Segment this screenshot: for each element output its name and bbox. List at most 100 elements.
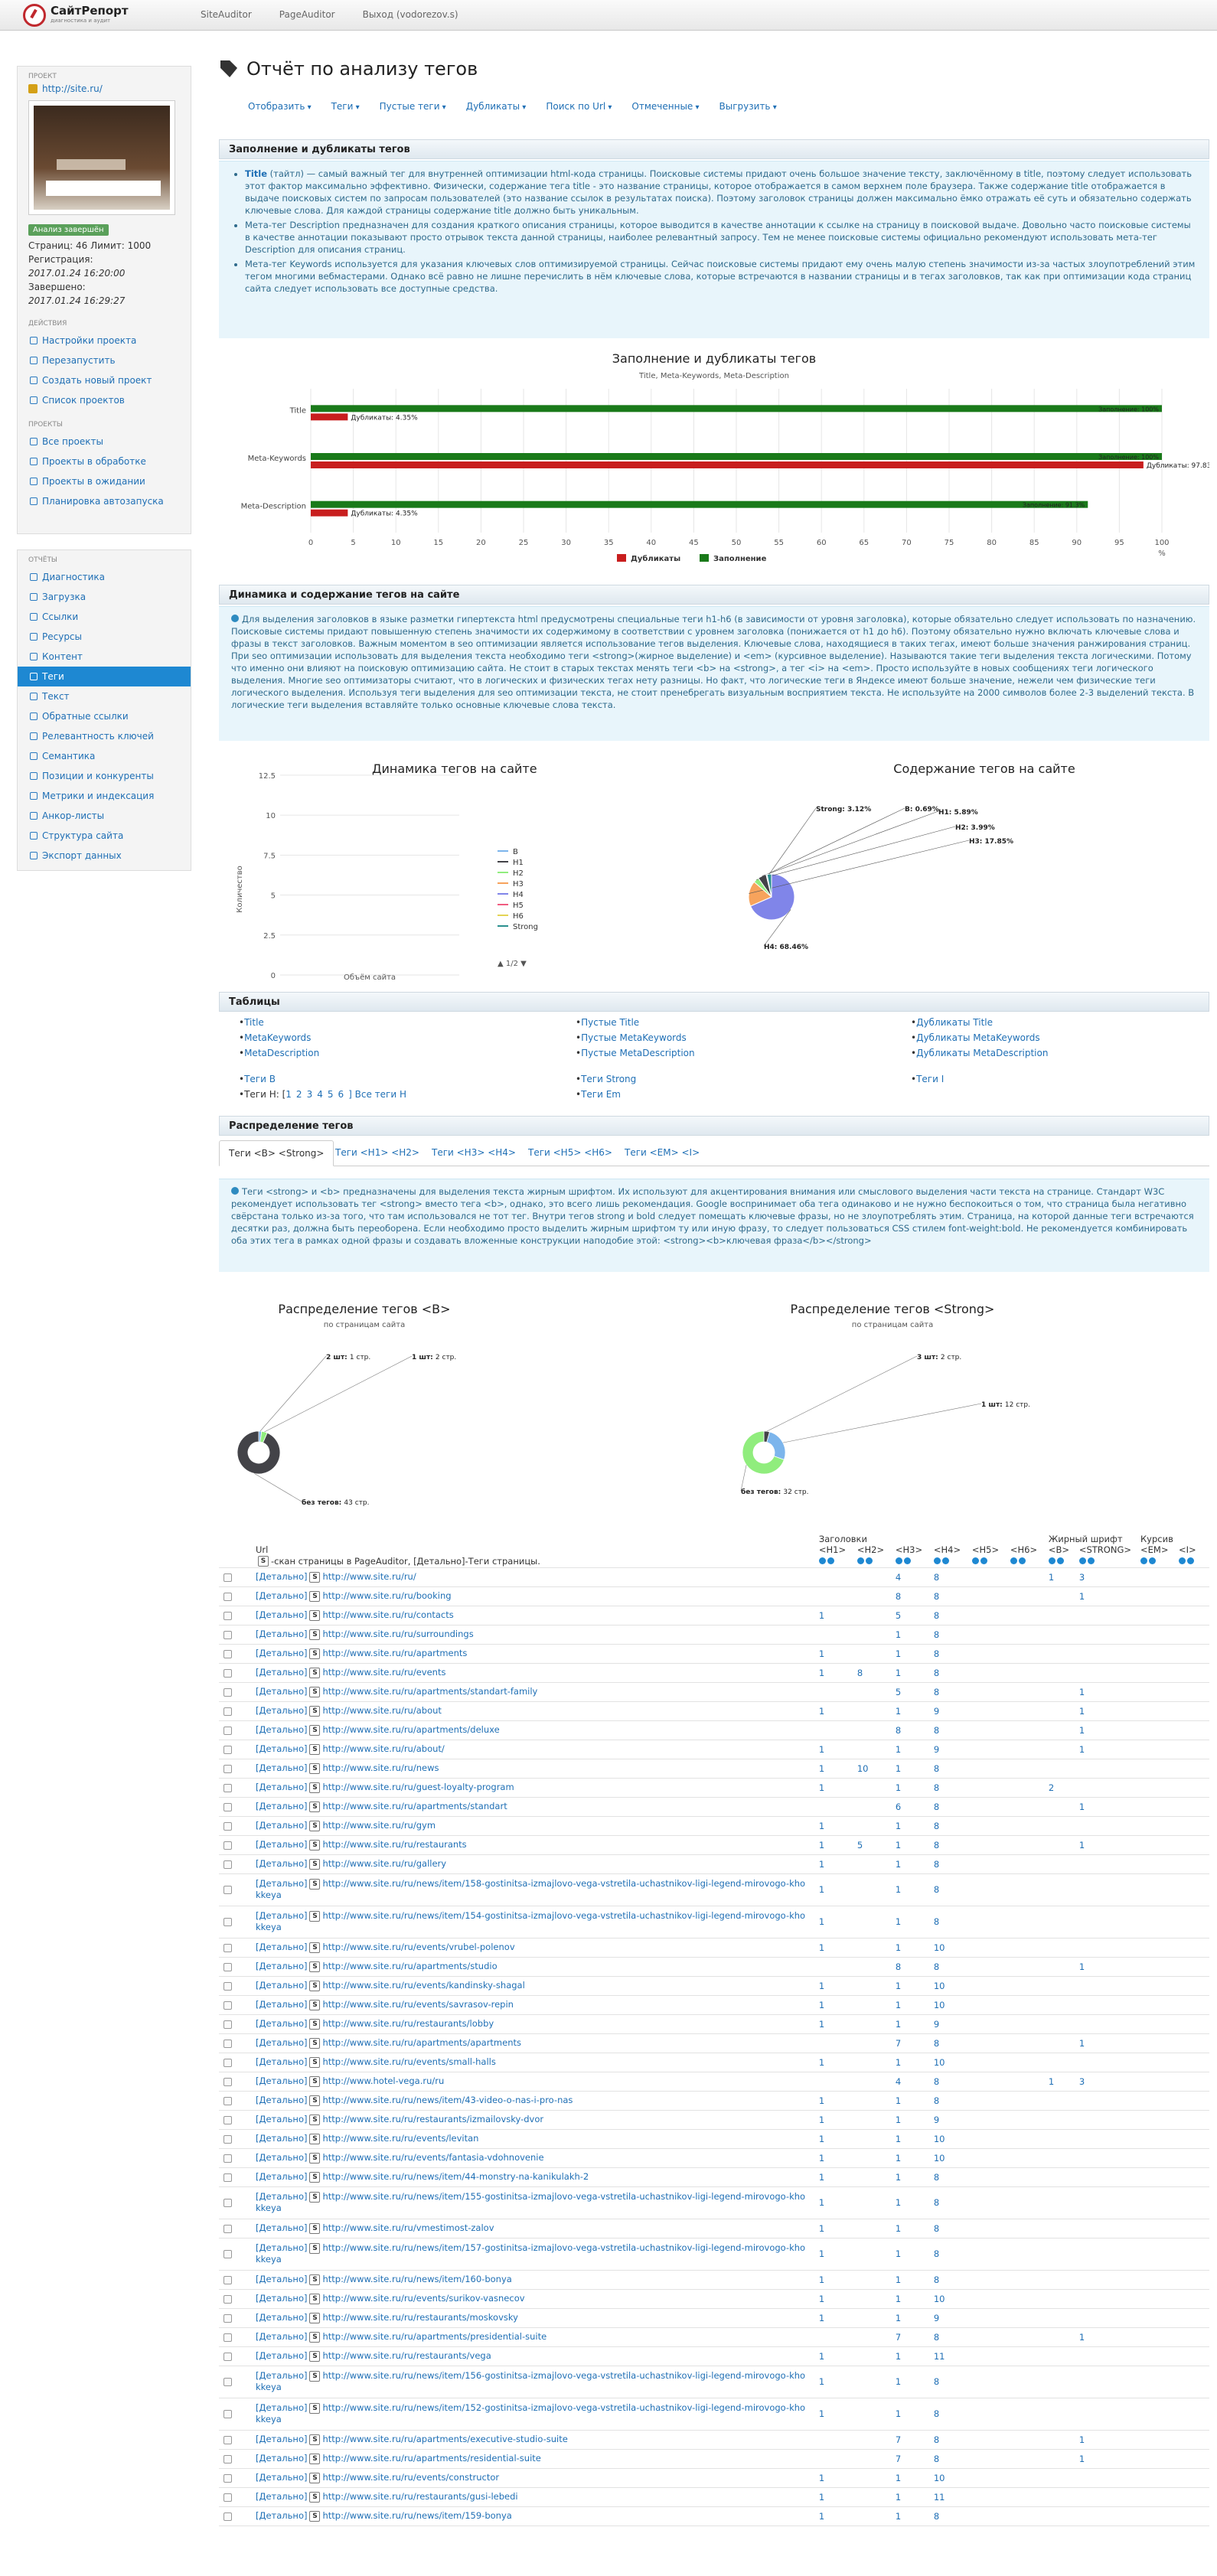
row-checkbox[interactable] bbox=[223, 2000, 232, 2010]
url-link[interactable]: http://www.site.ru/ru/restaurants/gusi-l… bbox=[322, 2491, 517, 2502]
scan-button[interactable]: S bbox=[309, 1648, 321, 1659]
row-checkbox[interactable] bbox=[223, 1707, 232, 1716]
row-checkbox[interactable] bbox=[223, 1802, 232, 1811]
detail-link[interactable]: [Детально] bbox=[256, 2095, 307, 2105]
detail-link[interactable]: [Детально] bbox=[256, 1999, 307, 2010]
detail-link[interactable]: [Детально] bbox=[256, 2114, 307, 2124]
detail-link[interactable]: [Детально] bbox=[256, 2402, 307, 2413]
sidebar-report-13[interactable]: Структура сайта bbox=[18, 826, 191, 846]
row-checkbox[interactable] bbox=[223, 1649, 232, 1658]
scan-button[interactable]: S bbox=[309, 2171, 321, 2183]
detail-link[interactable]: [Детально] bbox=[256, 1629, 307, 1639]
sort-asc-icon[interactable] bbox=[895, 1557, 902, 1564]
scan-button[interactable]: S bbox=[309, 2370, 321, 2382]
scan-button[interactable]: S bbox=[309, 2114, 321, 2125]
detail-link[interactable]: [Детально] bbox=[256, 1910, 307, 1921]
url-link[interactable]: http://www.site.ru/ru/vmestimost-zalov bbox=[322, 2222, 494, 2233]
row-checkbox[interactable] bbox=[223, 2410, 232, 2418]
scan-button[interactable]: S bbox=[309, 1724, 321, 1736]
scan-button[interactable]: S bbox=[309, 2133, 321, 2144]
sidebar-report-4[interactable]: Контент bbox=[18, 647, 191, 667]
detail-link[interactable]: [Детально] bbox=[256, 1820, 307, 1831]
sort-controls[interactable] bbox=[1005, 1555, 1044, 1568]
sort-desc-icon[interactable] bbox=[1056, 1557, 1064, 1564]
sidebar-projects-processing[interactable]: Проекты в обработке bbox=[18, 452, 191, 471]
row-checkbox[interactable] bbox=[223, 2077, 232, 2086]
detail-link[interactable]: [Детально] bbox=[256, 2018, 307, 2029]
tags-h-page-link[interactable]: 3 bbox=[307, 1089, 313, 1100]
url-link[interactable]: http://www.site.ru/ru/guest-loyalty-prog… bbox=[322, 1782, 514, 1792]
sort-asc-icon[interactable] bbox=[1078, 1557, 1086, 1564]
scan-button[interactable]: S bbox=[309, 1999, 321, 2010]
sort-controls[interactable] bbox=[967, 1555, 1006, 1568]
detail-link[interactable]: [Детально] bbox=[256, 1782, 307, 1792]
url-link[interactable]: http://www.site.ru/ru/news/item/155-gost… bbox=[256, 2191, 805, 2213]
sort-asc-icon[interactable] bbox=[971, 1557, 979, 1564]
detail-link[interactable]: [Детально] bbox=[256, 1590, 307, 1601]
url-link[interactable]: http://www.site.ru/ru/events bbox=[322, 1667, 445, 1678]
scan-button[interactable]: S bbox=[309, 2472, 321, 2483]
scan-button[interactable]: S bbox=[309, 2293, 321, 2304]
url-link[interactable]: http://www.site.ru/ru/restaurants/vega bbox=[322, 2350, 491, 2361]
row-checkbox[interactable] bbox=[223, 1962, 232, 1971]
url-link[interactable]: http://www.site.ru/ru/apartments bbox=[322, 1648, 467, 1658]
detail-link[interactable]: [Детально] bbox=[256, 1839, 307, 1850]
scan-button[interactable]: S bbox=[309, 1590, 321, 1602]
row-checkbox[interactable] bbox=[223, 1630, 232, 1639]
link-tags-b[interactable]: Теги B bbox=[239, 1071, 406, 1087]
table-link[interactable]: Теги Em bbox=[576, 1087, 636, 1102]
url-link[interactable]: http://www.site.ru/ru/about/ bbox=[322, 1743, 444, 1754]
tags-h-page-link[interactable]: 6 bbox=[338, 1089, 344, 1100]
detail-link[interactable]: [Детально] bbox=[256, 1878, 307, 1889]
sort-controls[interactable] bbox=[928, 1555, 967, 1568]
detail-link[interactable]: [Детально] bbox=[256, 2331, 307, 2342]
logo[interactable]: СайтРепорт диагностика и аудит bbox=[23, 4, 161, 27]
row-checkbox[interactable] bbox=[223, 2435, 232, 2444]
detail-link[interactable]: [Детально] bbox=[256, 2171, 307, 2182]
sidebar-report-3[interactable]: Ресурсы bbox=[18, 627, 191, 647]
row-checkbox[interactable] bbox=[223, 2250, 232, 2258]
detail-link[interactable]: [Детально] bbox=[256, 1858, 307, 1869]
detail-link[interactable]: [Детально] bbox=[256, 2491, 307, 2502]
row-checkbox[interactable] bbox=[223, 2314, 232, 2323]
sort-controls[interactable] bbox=[1136, 1555, 1174, 1568]
url-link[interactable]: http://www.site.ru/ru/apartments/studio bbox=[322, 1961, 497, 1971]
url-link[interactable]: http://www.site.ru/ru/surroundings bbox=[322, 1629, 473, 1639]
url-link[interactable]: http://www.site.ru/ru/contacts bbox=[322, 1609, 453, 1620]
sidebar-report-11[interactable]: Метрики и индексация bbox=[18, 786, 191, 806]
scan-button[interactable]: S bbox=[309, 2402, 321, 2414]
detail-link[interactable]: [Детально] bbox=[256, 1571, 307, 1582]
url-link[interactable]: http://www.site.ru/ru/apartments/residen… bbox=[322, 2453, 540, 2464]
detail-link[interactable]: [Детально] bbox=[256, 1801, 307, 1811]
row-checkbox[interactable] bbox=[223, 1687, 232, 1697]
detail-link[interactable]: [Детально] bbox=[256, 1609, 307, 1620]
scan-button[interactable]: S bbox=[309, 2037, 321, 2049]
scan-button[interactable]: S bbox=[309, 1942, 321, 1953]
tab-h3-h4[interactable]: Теги <H3> <H4> bbox=[423, 1140, 525, 1166]
row-checkbox[interactable] bbox=[223, 2058, 232, 2067]
scan-button[interactable]: S bbox=[309, 1961, 321, 1972]
url-link[interactable]: http://www.site.ru/ru/news/item/159-bony… bbox=[322, 2510, 511, 2521]
row-checkbox[interactable] bbox=[223, 1764, 232, 1773]
sidebar-action-restart[interactable]: Перезапустить bbox=[18, 351, 191, 370]
scan-button[interactable]: S bbox=[309, 2274, 321, 2285]
sort-controls[interactable] bbox=[1043, 1555, 1075, 1568]
sidebar-report-2[interactable]: Ссылки bbox=[18, 607, 191, 627]
row-checkbox[interactable] bbox=[223, 2134, 232, 2144]
sort-asc-icon[interactable] bbox=[1010, 1557, 1017, 1564]
table-link[interactable]: Дубликаты Title bbox=[911, 1015, 1048, 1030]
tab-b-strong[interactable]: Теги <B> <Strong> bbox=[219, 1140, 334, 1166]
url-link[interactable]: http://www.site.ru/ru/events/constructor bbox=[322, 2472, 499, 2483]
scan-button[interactable]: S bbox=[309, 2075, 321, 2087]
url-link[interactable]: http://www.site.ru/ru/ bbox=[322, 1571, 416, 1582]
scan-button[interactable]: S bbox=[309, 1801, 321, 1812]
toolbar-empty-tags-dropdown[interactable]: Пустые теги bbox=[380, 101, 446, 112]
sidebar-projects-waiting[interactable]: Проекты в ожидании bbox=[18, 471, 191, 491]
row-checkbox[interactable] bbox=[223, 2173, 232, 2182]
scan-button[interactable]: S bbox=[309, 1820, 321, 1831]
row-checkbox[interactable] bbox=[223, 1841, 232, 1850]
row-checkbox[interactable] bbox=[223, 1611, 232, 1620]
scan-button[interactable]: S bbox=[309, 1629, 321, 1640]
scan-button[interactable]: S bbox=[309, 1743, 321, 1755]
scan-button[interactable]: S bbox=[309, 2331, 321, 2343]
